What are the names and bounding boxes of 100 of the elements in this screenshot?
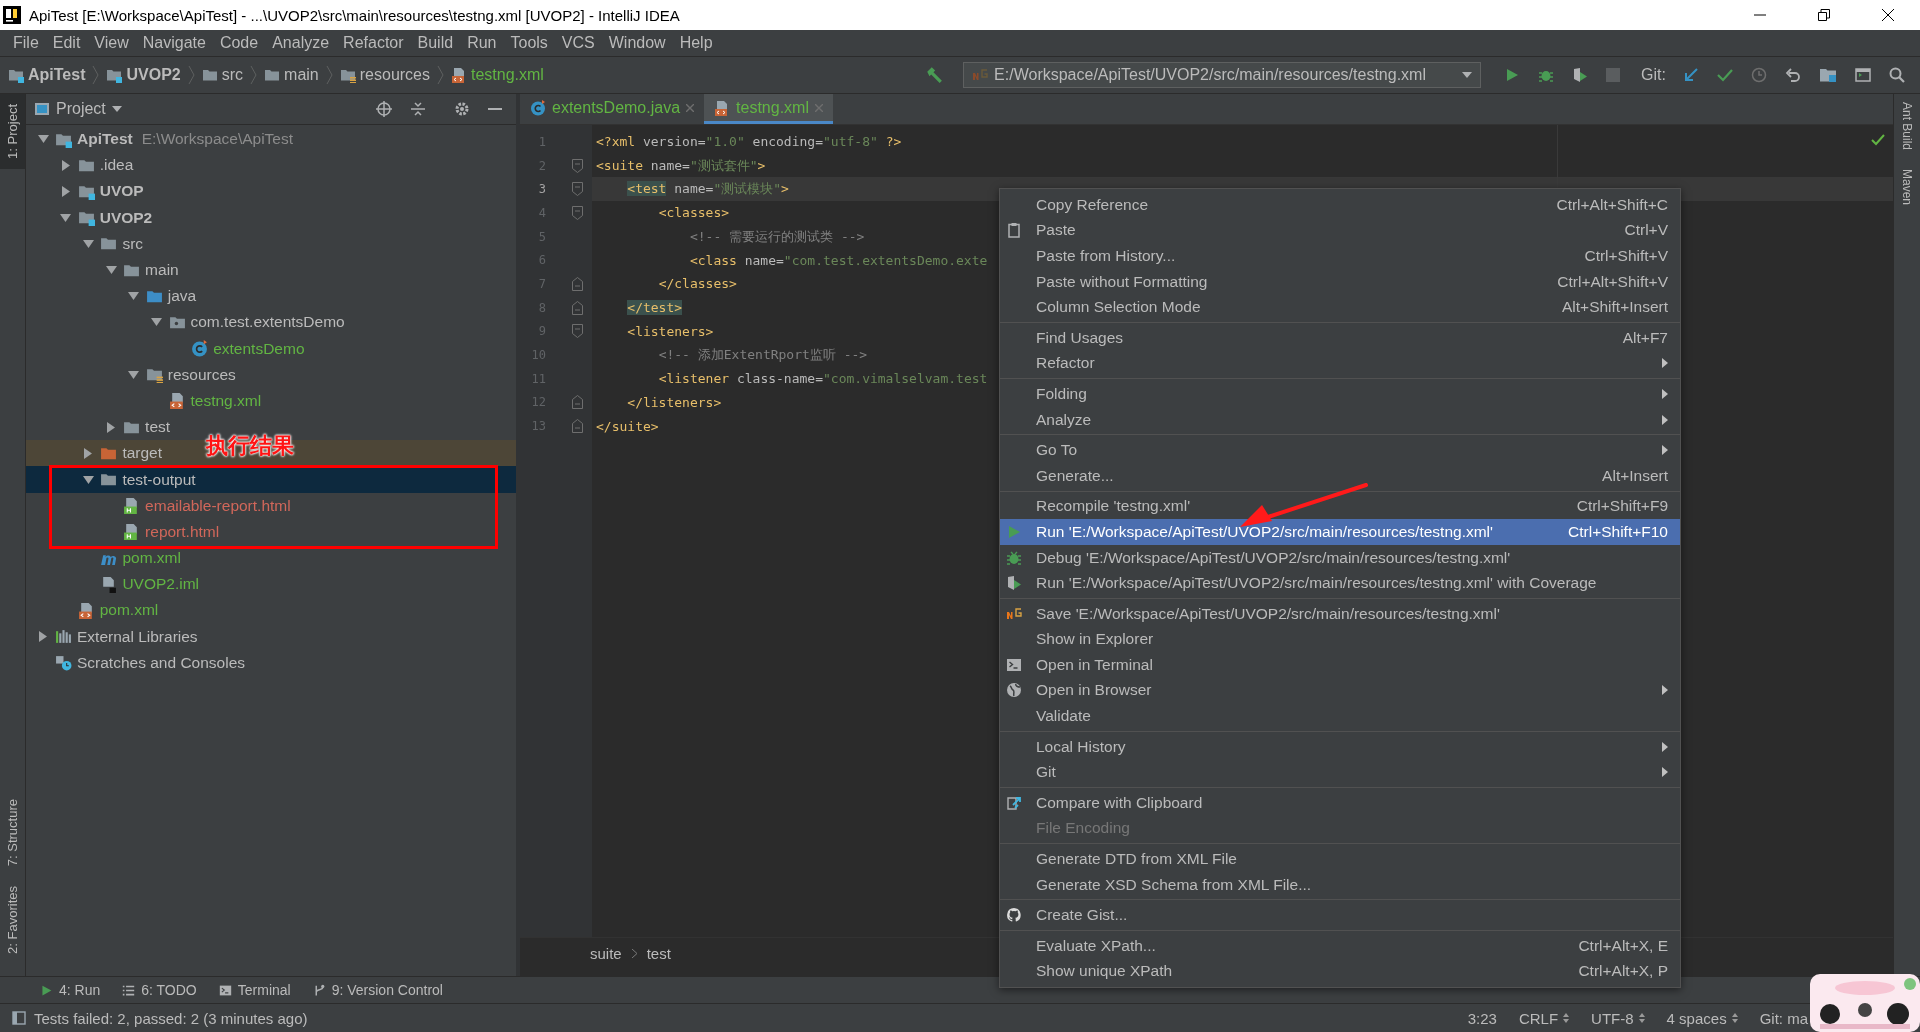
tree-item[interactable]: Scratches and Consoles xyxy=(77,653,245,672)
menu-item[interactable]: Open in Terminal xyxy=(1000,652,1680,678)
editor-tab[interactable]: testng.xml xyxy=(704,94,833,124)
menu-item[interactable]: File xyxy=(6,34,46,52)
tool-window-button[interactable]: 6: TODO xyxy=(122,982,197,998)
menu-item[interactable]: Generate... Alt+Insert xyxy=(1000,462,1680,489)
menu-item[interactable]: Show unique XPath Ctrl+Alt+X, P xyxy=(1000,958,1680,985)
menu-item[interactable]: Folding xyxy=(1000,381,1680,407)
tree-item[interactable]: .idea xyxy=(99,156,134,175)
tool-window-tab[interactable]: 7: Structure xyxy=(0,788,25,877)
tree-item[interactable]: report.html xyxy=(145,522,220,541)
collapse-arrow-icon[interactable] xyxy=(61,185,70,197)
coverage-icon[interactable] xyxy=(1572,67,1589,83)
menu-item[interactable]: Edit xyxy=(45,34,88,52)
expand-arrow-icon[interactable] xyxy=(82,239,94,248)
menu-item[interactable]: Show in Explorer xyxy=(1000,626,1680,653)
menu-item[interactable]: Paste without Formatting Ctrl+Alt+Shift+V xyxy=(1000,268,1680,295)
tree-item[interactable]: target xyxy=(122,444,163,463)
tree-item[interactable]: main xyxy=(145,261,179,280)
menu-item[interactable]: Analyze xyxy=(1000,406,1680,433)
menu-item[interactable]: Refactor xyxy=(1000,350,1680,377)
menu-item[interactable]: Run 'E:/Workspace/ApiTest/UVOP2/src/main/resources/testng.xml' with Coverage xyxy=(1000,570,1680,596)
tree-item[interactable]: test-output xyxy=(122,470,196,489)
search-icon[interactable] xyxy=(1889,67,1905,83)
menu-item[interactable]: Go To xyxy=(1000,437,1680,463)
undo-icon[interactable] xyxy=(1785,67,1801,83)
tree-item[interactable]: External Libraries xyxy=(77,627,198,646)
menu-item[interactable]: Paste from History... Ctrl+Shift+V xyxy=(1000,243,1680,269)
menu-item[interactable]: Analyze xyxy=(265,34,337,52)
menu-item[interactable]: Refactor xyxy=(336,34,411,52)
menu-item[interactable]: Debug 'E:/Workspace/ApiTest/UVOP2/src/main/resources/testng.xml' xyxy=(1000,544,1680,571)
menu-item[interactable]: Tools xyxy=(503,34,555,52)
menu-item[interactable]: Validate xyxy=(1000,703,1680,729)
tool-window-tab[interactable]: Maven xyxy=(1900,169,1914,209)
collapse-arrow-icon[interactable] xyxy=(84,447,93,459)
breadcrumb[interactable]: ApiTest xyxy=(8,66,86,84)
menu-item[interactable]: Build xyxy=(410,34,461,52)
tree-item[interactable]: extentsDemo xyxy=(213,339,305,358)
tree-item[interactable]: test xyxy=(145,418,171,437)
collapse-arrow-icon[interactable] xyxy=(39,631,47,643)
fold-icon[interactable] xyxy=(572,182,583,197)
tree-item[interactable]: UVOP2 xyxy=(99,208,153,227)
tree-item[interactable]: pom.xml xyxy=(99,601,159,620)
menu-item[interactable]: Run 'E:/Workspace/ApiTest/UVOP2/src/main/resources/testng.xml' Ctrl+Shift+F10 xyxy=(1000,519,1680,545)
window-icon[interactable] xyxy=(1855,67,1871,83)
collapse-arrow-icon[interactable] xyxy=(107,421,116,433)
fold-end-icon[interactable] xyxy=(572,300,583,315)
status-item[interactable]: Git: ma xyxy=(1759,1009,1808,1027)
menu-item[interactable]: Generate XSD Schema from XML File... xyxy=(1000,871,1680,898)
menu-item[interactable]: Create Gist... xyxy=(1000,902,1680,929)
settings-icon[interactable] xyxy=(454,101,470,117)
tree-item[interactable]: com.test.extentsDemo xyxy=(190,313,345,332)
tool-window-tab[interactable]: 1: Project xyxy=(0,94,25,169)
run-config-dropdown[interactable]: E:/Workspace/ApiTest/UVOP2/src/main/resources/testng.xml xyxy=(963,62,1482,88)
status-item[interactable]: 4 spaces xyxy=(1666,1009,1738,1027)
menu-item[interactable]: Find Usages Alt+F7 xyxy=(1000,324,1680,351)
hammer-icon[interactable] xyxy=(925,66,944,84)
tree-item[interactable]: UVOP2.iml xyxy=(122,575,200,594)
breadcrumb[interactable]: test xyxy=(646,944,671,962)
tree-item[interactable]: java xyxy=(167,287,197,306)
menu-item[interactable]: Column Selection Mode Alt+Shift+Insert xyxy=(1000,294,1680,320)
menu-item[interactable]: Copy Reference Ctrl+Alt+Shift+C xyxy=(1000,192,1680,218)
tree-item[interactable]: src xyxy=(122,234,144,253)
menu-item[interactable]: Code xyxy=(212,34,266,52)
expand-arrow-icon[interactable] xyxy=(82,475,94,484)
expand-arrow-icon[interactable] xyxy=(151,318,162,327)
check-icon[interactable] xyxy=(1717,67,1733,83)
breadcrumb[interactable]: main xyxy=(264,66,319,84)
menu-item[interactable]: Navigate xyxy=(135,34,213,52)
breadcrumb[interactable]: resources xyxy=(339,66,430,84)
menu-item[interactable]: VCS xyxy=(554,34,602,52)
restore-icon[interactable] xyxy=(1818,9,1830,21)
status-item[interactable]: CRLF xyxy=(1518,1009,1570,1027)
menu-item[interactable]: Help xyxy=(672,34,720,52)
expand-arrow-icon[interactable] xyxy=(60,213,72,222)
menu-item[interactable]: Local History xyxy=(1000,733,1680,760)
expand-arrow-icon[interactable] xyxy=(37,135,49,144)
expand-arrow-icon[interactable] xyxy=(105,266,117,275)
menu-item[interactable]: Recompile 'testng.xml' Ctrl+Shift+F9 xyxy=(1000,493,1680,520)
expand-arrow-icon[interactable] xyxy=(128,370,140,379)
tool-window-button[interactable]: 4: Run xyxy=(40,982,101,998)
status-item[interactable]: UTF-8 xyxy=(1591,1009,1645,1027)
fold-end-icon[interactable] xyxy=(572,276,583,291)
panel-toggle-icon[interactable] xyxy=(12,1011,26,1025)
tree-item[interactable]: emailable-report.html xyxy=(145,496,291,515)
menu-item[interactable]: Generate DTD from XML File xyxy=(1000,846,1680,872)
tool-window-button[interactable]: Terminal xyxy=(218,982,291,998)
menu-item[interactable]: View xyxy=(87,34,136,52)
fold-icon[interactable] xyxy=(572,205,583,220)
menu-item[interactable]: Open in Browser xyxy=(1000,677,1680,704)
fold-end-icon[interactable] xyxy=(572,419,583,434)
status-item[interactable]: 3:23 xyxy=(1467,1009,1497,1027)
project-structure-icon[interactable] xyxy=(1819,67,1837,83)
menu-item[interactable]: Paste Ctrl+V xyxy=(1000,217,1680,244)
fold-end-icon[interactable] xyxy=(572,395,583,410)
fold-icon[interactable] xyxy=(572,158,583,173)
menu-item[interactable]: Git xyxy=(1000,759,1680,786)
breadcrumb[interactable]: suite xyxy=(590,944,622,962)
menu-item[interactable]: Save 'E:/Workspace/ApiTest/UVOP2/src/main/resources/testng.xml' xyxy=(1000,600,1680,627)
locate-icon[interactable] xyxy=(376,101,392,117)
